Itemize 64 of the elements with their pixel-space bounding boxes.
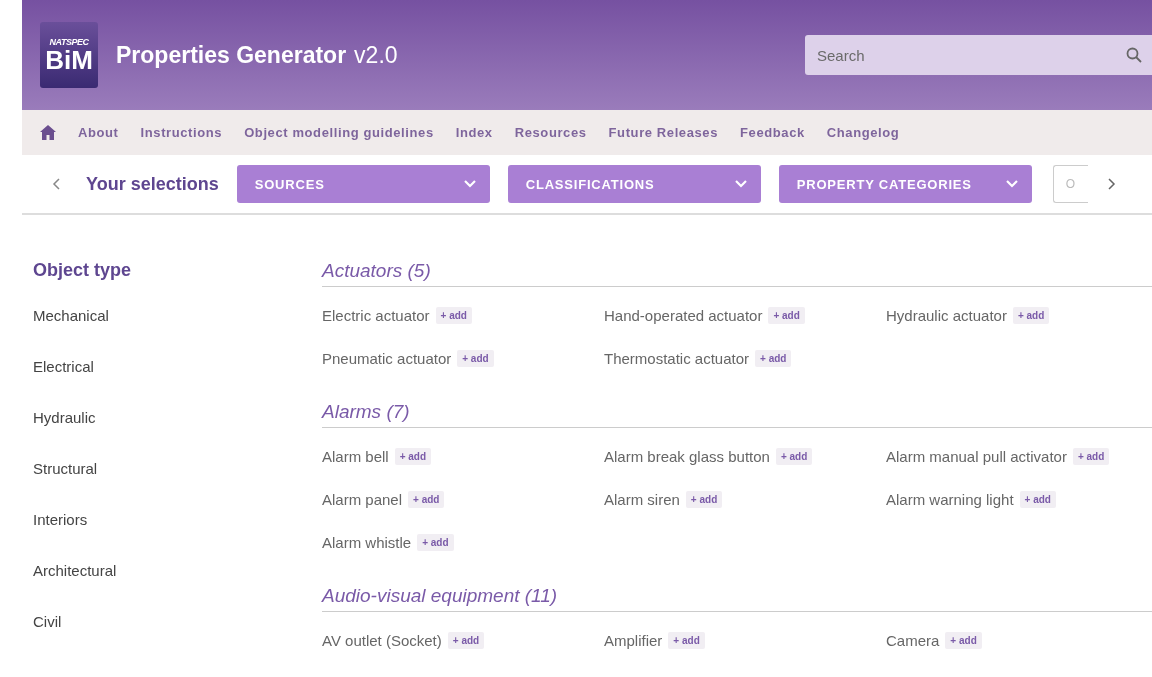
object-name: Alarm panel <box>322 491 403 508</box>
home-icon[interactable] <box>40 125 56 140</box>
add-button[interactable]: + add <box>457 350 494 367</box>
sidebar-item[interactable]: Electrical <box>33 358 94 375</box>
search-field[interactable]: Search <box>805 35 1116 75</box>
dropdown-button[interactable]: SOURCES <box>236 165 490 203</box>
selections-label: Your selections <box>86 173 219 195</box>
object-name: Alarm whistle <box>322 534 412 551</box>
nav-link[interactable]: Feedback <box>740 125 805 140</box>
add-button[interactable]: + add <box>768 307 805 324</box>
add-button[interactable]: + add <box>417 534 454 551</box>
chevron-down-icon <box>734 180 747 188</box>
object-name: Camera <box>886 632 940 649</box>
logo: NATSPEC BiM <box>40 22 98 88</box>
object-name: Alarm warning light <box>886 491 1014 508</box>
add-button[interactable]: + add <box>1012 307 1050 324</box>
version-label: v2.0 <box>354 41 398 69</box>
add-button[interactable]: + add <box>775 448 813 465</box>
sidebar-item[interactable]: Hydraulic <box>33 409 96 426</box>
dropdown-button[interactable]: PROPERTY CATEGORIES <box>778 165 1032 203</box>
object-name: Alarm manual pull activator <box>886 448 1067 465</box>
nav-link[interactable]: Object modelling guidelines <box>244 125 434 140</box>
sidebar-item[interactable]: Interiors <box>33 511 88 528</box>
add-button[interactable]: + add <box>755 350 792 367</box>
chevron-down-icon <box>463 180 476 188</box>
add-button[interactable]: + add <box>685 491 723 508</box>
add-button[interactable]: + add <box>394 448 432 465</box>
object-name: Alarm siren <box>604 491 680 508</box>
sidebar-title: Object type <box>33 260 133 282</box>
group-heading: Actuators (5) <box>322 260 1152 287</box>
sidebar-item[interactable]: Mechanical <box>33 307 109 324</box>
object-name: AV outlet (Socket) <box>322 632 442 649</box>
group-heading: Audio-visual equipment (11) <box>322 585 1152 612</box>
sidebar-item[interactable]: Civil <box>33 613 62 630</box>
nav-link[interactable]: Changelog <box>826 125 900 140</box>
nav-link[interactable]: About <box>78 125 119 140</box>
chevron-down-icon <box>1005 180 1018 188</box>
add-button[interactable]: + add <box>945 632 982 649</box>
sidebar-item[interactable]: Structural <box>33 460 98 477</box>
add-button[interactable]: + add <box>447 632 485 649</box>
object-name: Hydraulic actuator <box>886 307 1007 324</box>
chevron-left-icon[interactable] <box>52 178 60 190</box>
nav-link[interactable]: Instructions <box>140 125 223 140</box>
sidebar-item[interactable]: Architectural <box>33 562 117 579</box>
add-button[interactable]: + add <box>1072 448 1110 465</box>
object-name: Amplifier <box>604 632 663 649</box>
object-name: Electric actuator <box>322 307 430 324</box>
chevron-right-icon[interactable] <box>1107 178 1116 190</box>
dropdown-button[interactable]: CLASSIFICATIONS <box>507 165 761 203</box>
app-title: Properties Generator <box>116 41 347 69</box>
object-name: Hand-operated actuator <box>604 307 763 324</box>
add-button[interactable]: + add <box>1019 491 1056 508</box>
nav-link[interactable]: Future Releases <box>608 125 718 140</box>
add-button[interactable]: + add <box>435 307 472 324</box>
search-icon[interactable] <box>1126 47 1142 63</box>
object-name: Thermostatic actuator <box>604 350 750 367</box>
object-name: Pneumatic actuator <box>322 350 452 367</box>
add-button[interactable]: + add <box>408 491 445 508</box>
nav-link[interactable]: Resources <box>514 125 587 140</box>
object-name: Alarm bell <box>322 448 389 465</box>
add-button[interactable]: + add <box>668 632 705 649</box>
nav-link[interactable]: Index <box>455 125 493 140</box>
group-heading: Alarms (7) <box>322 401 1152 428</box>
object-name: Alarm break glass button <box>604 448 770 465</box>
